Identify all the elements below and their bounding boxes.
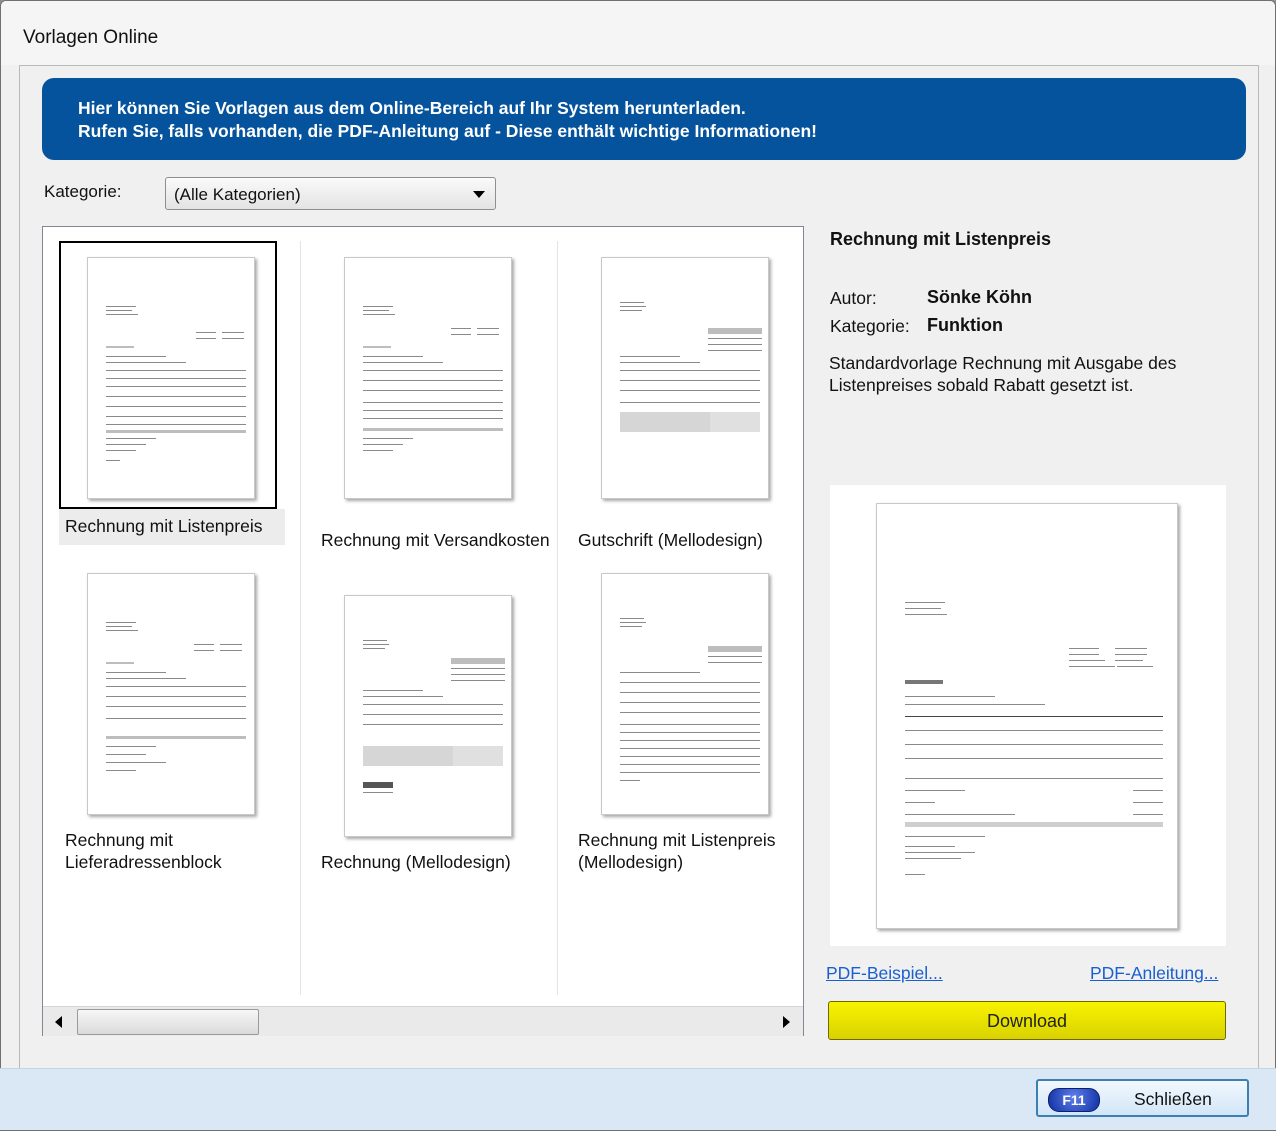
category-label: Kategorie: (44, 182, 122, 201)
banner-line-2: Rufen Sie, falls vorhanden, die PDF-Anle… (78, 121, 817, 141)
template-tile[interactable]: Rechnung mit Listenpreis (59, 241, 299, 545)
detail-title: Rechnung mit Listenpreis (830, 229, 1052, 249)
horizontal-scrollbar[interactable] (43, 1006, 803, 1036)
template-description: Standardvorlage Rechnung mit Ausgabe des… (829, 353, 1177, 395)
template-tile[interactable]: Rechnung mit Listenpreis (Mellodesign) (573, 571, 813, 872)
dropdown-arrow-icon[interactable] (473, 191, 485, 198)
pdf-manual-link[interactable]: PDF-Anleitung... (1090, 963, 1218, 984)
template-name: Gutschrift (Mellodesign) (578, 530, 763, 550)
template-thumbnail (87, 573, 255, 815)
category-meta-value: Funktion (927, 315, 1003, 335)
template-gallery[interactable]: Rechnung mit Listenpreis Rechnung mit Ve… (42, 226, 804, 1036)
scroll-right-button[interactable] (771, 1009, 801, 1035)
template-thumbnail (601, 257, 769, 499)
template-name: Rechnung (Mellodesign) (321, 852, 511, 872)
template-thumbnail (601, 573, 769, 815)
window-title: Vorlagen Online (23, 27, 159, 48)
category-selected-value: (Alle Kategorien) (174, 185, 301, 204)
template-tile[interactable]: Gutschrift (Mellodesign) (573, 241, 813, 550)
template-name: Rechnung mit Versandkosten (321, 530, 550, 550)
scrollbar-thumb[interactable] (77, 1009, 259, 1035)
template-tile[interactable]: Rechnung (Mellodesign) (316, 571, 556, 872)
preview-thumbnail (876, 503, 1178, 929)
author-label: Autor: (830, 288, 877, 308)
preview-panel (830, 485, 1226, 946)
f11-hotkey-badge: F11 (1048, 1088, 1100, 1112)
close-button[interactable]: F11 Schließen (1036, 1079, 1249, 1117)
title-bar: Vorlagen Online (1, 1, 1275, 65)
category-meta-label: Kategorie: (830, 316, 910, 336)
arrow-left-icon (55, 1016, 62, 1028)
template-name: Rechnung mit Lieferadressenblock (65, 830, 222, 872)
category-dropdown[interactable]: (Alle Kategorien) (165, 177, 496, 210)
column-divider (557, 241, 558, 995)
arrow-right-icon (783, 1016, 790, 1028)
template-name: Rechnung mit Listenpreis (65, 516, 263, 536)
column-divider (300, 241, 301, 995)
template-tile[interactable]: Rechnung mit Versandkosten (316, 241, 556, 571)
thumbnail-frame (59, 241, 277, 509)
scroll-left-button[interactable] (45, 1009, 75, 1035)
template-thumbnail (344, 257, 512, 499)
close-button-label: Schließen (1134, 1089, 1212, 1109)
info-banner: Hier können Sie Vorlagen aus dem Online-… (42, 78, 1246, 160)
pdf-example-link[interactable]: PDF-Beispiel... (826, 963, 943, 984)
template-tile[interactable]: Rechnung mit Lieferadressenblock (59, 571, 299, 872)
banner-line-1: Hier können Sie Vorlagen aus dem Online-… (78, 98, 746, 118)
template-thumbnail (344, 595, 512, 837)
author-value: Sönke Köhn (927, 287, 1033, 307)
download-button[interactable]: Download (828, 1001, 1226, 1040)
template-name: Rechnung mit Listenpreis (Mellodesign) (578, 830, 776, 872)
template-thumbnail (87, 257, 255, 499)
